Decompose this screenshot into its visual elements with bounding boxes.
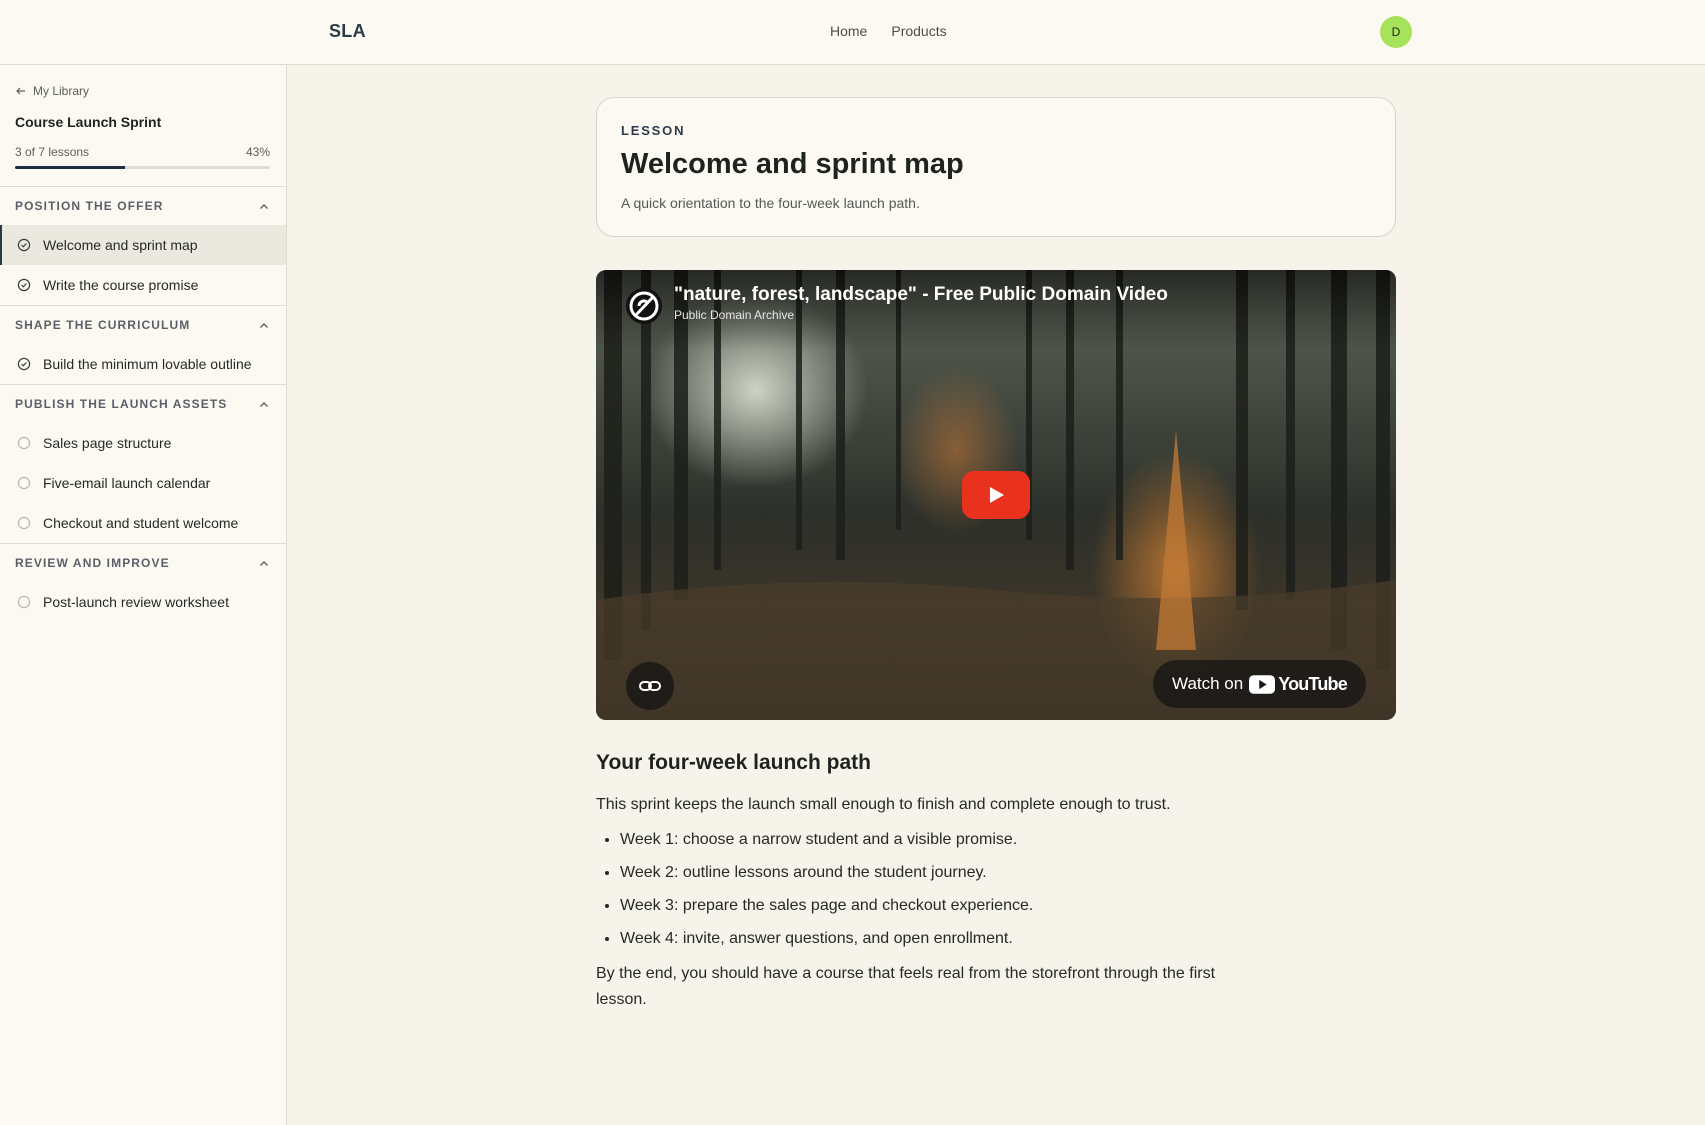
- video-player[interactable]: "nature, forest, landscape" - Free Publi…: [596, 270, 1396, 720]
- nav-products-link[interactable]: Products: [891, 23, 946, 39]
- sidebar-lesson-label: Checkout and student welcome: [43, 515, 239, 531]
- module-title: REVIEW AND IMPROVE: [15, 556, 170, 570]
- video-title[interactable]: "nature, forest, landscape" - Free Publi…: [674, 284, 1168, 306]
- sidebar-lesson-item[interactable]: Write the course promise: [0, 265, 286, 305]
- play-icon: [990, 487, 1004, 503]
- sidebar-lesson-label: Write the course promise: [43, 277, 199, 293]
- video-channel[interactable]: Public Domain Archive: [674, 308, 794, 322]
- check-circle-icon: [17, 238, 31, 252]
- youtube-wordmark: YouTube: [1278, 673, 1348, 694]
- list-item: Week 3: prepare the sales page and check…: [620, 895, 1396, 917]
- lesson-subtitle: A quick orientation to the four-week lau…: [621, 195, 920, 211]
- module-header[interactable]: PUBLISH THE LAUNCH ASSETS: [0, 385, 286, 423]
- youtube-play-icon: [1249, 674, 1276, 694]
- copy-link-button[interactable]: [626, 662, 674, 710]
- chevron-up-icon[interactable]: [258, 398, 270, 410]
- module-section: REVIEW AND IMPROVE Post-launch review wor…: [0, 543, 286, 622]
- lesson-header-card: LESSON Welcome and sprint map A quick or…: [596, 97, 1396, 237]
- chevron-up-icon[interactable]: [258, 319, 270, 331]
- watch-on-label: Watch on: [1172, 674, 1244, 693]
- sidebar-lesson-label: Sales page structure: [43, 435, 172, 451]
- module-section: POSITION THE OFFER Welcome and sprint map…: [0, 186, 286, 305]
- course-sidebar: My Library Course Launch Sprint 3 of 7 l…: [0, 65, 287, 1125]
- empty-circle-icon: [17, 595, 31, 609]
- youtube-logo: YouTube: [1249, 673, 1348, 695]
- module-section: SHAPE THE CURRICULUM Build the minimum lo…: [0, 305, 286, 384]
- sidebar-lesson-item[interactable]: Post-launch review worksheet: [0, 582, 286, 622]
- sidebar-lesson-label: Post-launch review worksheet: [43, 594, 229, 610]
- sidebar-lesson-item[interactable]: Checkout and student welcome: [0, 503, 286, 543]
- chevron-up-icon[interactable]: [258, 200, 270, 212]
- sidebar-lesson-item[interactable]: Build the minimum lovable outline: [0, 344, 286, 384]
- module-title: SHAPE THE CURRICULUM: [15, 318, 191, 332]
- empty-circle-icon: [17, 516, 31, 530]
- channel-logo-icon[interactable]: [626, 288, 662, 324]
- lesson-title: Welcome and sprint map: [621, 148, 964, 180]
- module-header[interactable]: SHAPE THE CURRICULUM: [0, 306, 286, 344]
- module-list: POSITION THE OFFER Welcome and sprint map…: [0, 186, 286, 622]
- nav-home-link[interactable]: Home: [830, 23, 867, 39]
- play-button[interactable]: [962, 471, 1030, 519]
- sidebar-lesson-item[interactable]: Welcome and sprint map: [0, 225, 286, 265]
- content-outro: By the end, you should have a course tha…: [596, 965, 1216, 1008]
- sidebar-lesson-label: Five-email launch calendar: [43, 475, 211, 491]
- link-icon: [639, 681, 661, 691]
- chevron-up-icon[interactable]: [258, 557, 270, 569]
- arrow-left-icon: [16, 87, 25, 95]
- lesson-kicker: LESSON: [621, 123, 686, 138]
- course-title: Course Launch Sprint: [15, 114, 162, 130]
- user-avatar[interactable]: D: [1380, 16, 1412, 48]
- sidebar-lesson-label: Build the minimum lovable outline: [43, 356, 252, 372]
- sidebar-lesson-item[interactable]: Five-email launch calendar: [0, 463, 286, 503]
- content-intro: This sprint keeps the launch small enoug…: [596, 796, 1171, 813]
- empty-circle-icon: [17, 476, 31, 490]
- brand-logo[interactable]: SLA: [329, 21, 366, 42]
- module-section: PUBLISH THE LAUNCH ASSETS Sales page stru…: [0, 384, 286, 543]
- module-header[interactable]: REVIEW AND IMPROVE: [0, 544, 286, 582]
- content-heading: Your four-week launch path: [596, 751, 871, 774]
- module-header[interactable]: POSITION THE OFFER: [0, 187, 286, 225]
- lesson-main: LESSON Welcome and sprint map A quick or…: [596, 97, 1396, 1013]
- module-title: POSITION THE OFFER: [15, 199, 164, 213]
- list-item: Week 4: invite, answer questions, and op…: [620, 928, 1396, 950]
- list-item: Week 2: outline lessons around the stude…: [620, 862, 1396, 884]
- progress-bar-fill: [15, 166, 125, 169]
- list-item: Week 1: choose a narrow student and a vi…: [620, 829, 1396, 851]
- sidebar-lesson-item[interactable]: Sales page structure: [0, 423, 286, 463]
- watch-on-youtube-button[interactable]: Watch on YouTube: [1153, 660, 1366, 708]
- back-link-label: My Library: [33, 84, 90, 98]
- check-circle-icon: [17, 278, 31, 292]
- top-bar: SLA Home Products D: [0, 0, 1705, 65]
- back-to-library-link[interactable]: My Library: [15, 84, 89, 98]
- week-list: Week 1: choose a narrow student and a vi…: [596, 829, 1396, 950]
- progress-percent: 43%: [245, 145, 270, 159]
- empty-circle-icon: [17, 436, 31, 450]
- check-circle-icon: [17, 357, 31, 371]
- progress-bar: [15, 166, 270, 169]
- top-nav: Home Products: [830, 23, 947, 39]
- sidebar-lesson-label: Welcome and sprint map: [43, 237, 198, 253]
- module-title: PUBLISH THE LAUNCH ASSETS: [15, 397, 228, 411]
- progress-text: 3 of 7 lessons: [15, 145, 90, 159]
